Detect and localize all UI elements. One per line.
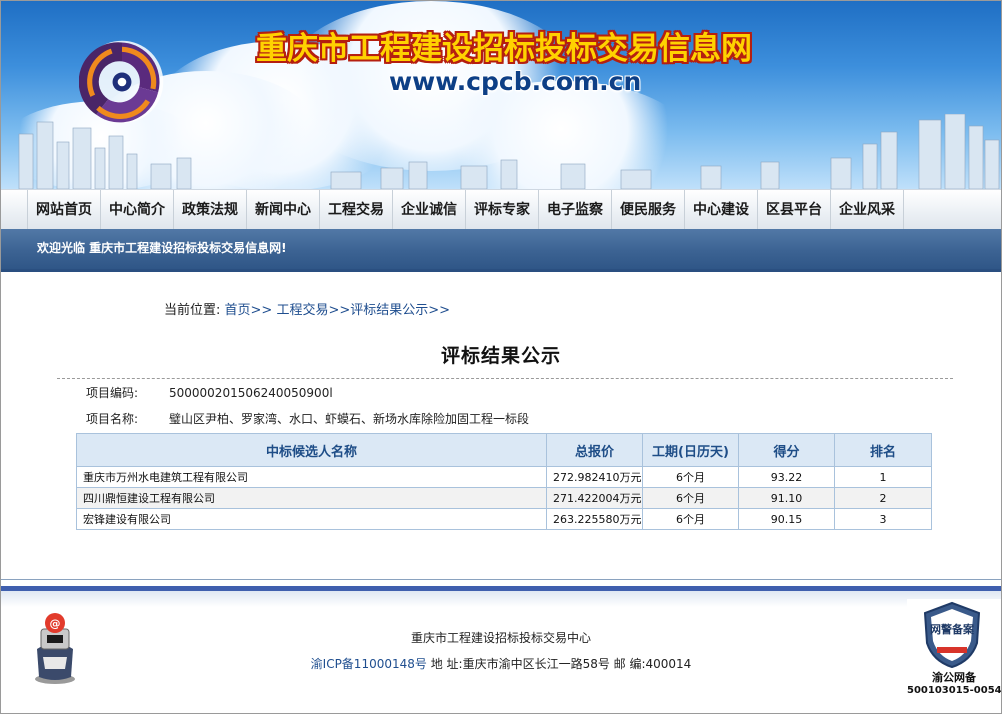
construction-period: 6个月 [642, 466, 739, 488]
construction-period: 6个月 [642, 508, 739, 530]
nav-item-experts[interactable]: 评标专家 [466, 190, 539, 230]
total-price: 263.225580万元 [546, 508, 643, 530]
rank: 2 [834, 487, 932, 509]
welcome-text: 欢迎光临 重庆市工程建设招标投标交易信息网! [37, 241, 287, 255]
nav-item-credit[interactable]: 企业诚信 [393, 190, 466, 230]
site-url: www.cpcb.com.cn [389, 67, 642, 96]
construction-period: 6个月 [642, 487, 739, 509]
table-header-row: 中标候选人名称 总报价 工期(日历天) 得分 排名 [76, 433, 932, 467]
footer-shade [1, 591, 1001, 607]
nav-item-home[interactable]: 网站首页 [27, 190, 101, 230]
divider [1, 269, 1001, 272]
results-table: 中标候选人名称 总报价 工期(日历天) 得分 排名 重庆市万州水电建筑工程有限公… [76, 433, 932, 530]
nav-item-supervision[interactable]: 电子监察 [539, 190, 612, 230]
nav-item-policy[interactable]: 政策法规 [174, 190, 247, 230]
project-name-row: 项目名称: 璧山区尹柏、罗家湾、水口、虾蟆石、新场水库除险加固工程一标段 [86, 410, 529, 427]
breadcrumb: 当前位置: 首页>> 工程交易>>评标结果公示>> [164, 299, 450, 318]
project-name-value: 璧山区尹柏、罗家湾、水口、虾蟆石、新场水库除险加固工程一标段 [169, 412, 530, 426]
project-code-label: 项目编码: [86, 386, 139, 400]
nav-item-news[interactable]: 新闻中心 [247, 190, 320, 230]
column-header-score: 得分 [738, 433, 835, 467]
project-name-label: 项目名称: [86, 412, 139, 426]
breadcrumb-home-link[interactable]: 首页>> [225, 303, 273, 318]
footer-divider [1, 579, 1001, 580]
column-header-price: 总报价 [546, 433, 643, 467]
badge-number: 500103015-00548 [907, 685, 1002, 696]
nav-item-transactions[interactable]: 工程交易 [320, 190, 393, 230]
nav-item-construction[interactable]: 中心建设 [685, 190, 758, 230]
footer-address: 地 址:重庆市渝中区长江一路58号 邮 编:400014 [426, 657, 692, 671]
page: 重庆市工程建设招标投标交易信息网 www.cpcb.com.cn 网站首页 中心… [0, 0, 1002, 714]
page-title: 评标结果公示 [440, 345, 561, 367]
column-header-period: 工期(日历天) [642, 433, 739, 467]
main-nav: 网站首页 中心简介 政策法规 新闻中心 工程交易 企业诚信 评标专家 电子监察 … [1, 189, 1001, 230]
column-header-candidate: 中标候选人名称 [76, 433, 547, 467]
header-banner: 重庆市工程建设招标投标交易信息网 www.cpcb.com.cn [1, 1, 1001, 189]
total-price: 271.422004万元 [546, 487, 643, 509]
nav-item-services[interactable]: 便民服务 [612, 190, 685, 230]
cyber-police-icon[interactable]: @ [31, 609, 79, 685]
project-code-value: 500000201506240050900l [169, 386, 333, 400]
welcome-bar: 欢迎光临 重庆市工程建设招标投标交易信息网! [1, 229, 1001, 269]
rank: 1 [834, 466, 932, 488]
icp-link[interactable]: 渝ICP备11000148号 [311, 657, 427, 671]
nav-item-companies[interactable]: 企业风采 [831, 190, 904, 230]
project-code-row: 项目编码: 500000201506240050900l [86, 384, 333, 401]
breadcrumb-prefix: 当前位置: [164, 303, 221, 318]
candidate-name: 四川鼎恒建设工程有限公司 [76, 487, 547, 509]
badge-stamp-text: 网警备案 [930, 622, 975, 636]
site-logo-icon [79, 40, 164, 124]
nav-item-districts[interactable]: 区县平台 [758, 190, 831, 230]
police-record-badge[interactable]: 网警备案 渝公网备 500103015-00548 [907, 599, 1001, 707]
total-price: 272.982410万元 [546, 466, 643, 488]
divider [57, 378, 953, 379]
candidate-name: 宏锋建设有限公司 [76, 508, 547, 530]
table-row: 宏锋建设有限公司 263.225580万元 6个月 90.15 3 [76, 508, 932, 530]
police-shield-icon: 网警备案 [923, 601, 981, 669]
table-row: 四川鼎恒建设工程有限公司 271.422004万元 6个月 91.10 2 [76, 487, 932, 509]
site-title: 重庆市工程建设招标投标交易信息网 [256, 31, 752, 67]
score: 90.15 [738, 508, 835, 530]
rank: 3 [834, 508, 932, 530]
score: 93.22 [738, 466, 835, 488]
footer-org: 重庆市工程建设招标投标交易中心 [410, 631, 591, 645]
column-header-rank: 排名 [834, 433, 932, 467]
score: 91.10 [738, 487, 835, 509]
city-skyline-decoration [18, 114, 1000, 189]
table-row: 重庆市万州水电建筑工程有限公司 272.982410万元 6个月 93.22 1 [76, 466, 932, 488]
candidate-name: 重庆市万州水电建筑工程有限公司 [76, 466, 547, 488]
footer-info: 渝ICP备11000148号 地 址:重庆市渝中区长江一路58号 邮 编:400… [1, 655, 1001, 672]
badge-label: 渝公网备 [932, 671, 976, 684]
breadcrumb-section-link[interactable]: 工程交易>>评标结果公示>> [276, 303, 450, 318]
nav-item-about[interactable]: 中心简介 [101, 190, 174, 230]
